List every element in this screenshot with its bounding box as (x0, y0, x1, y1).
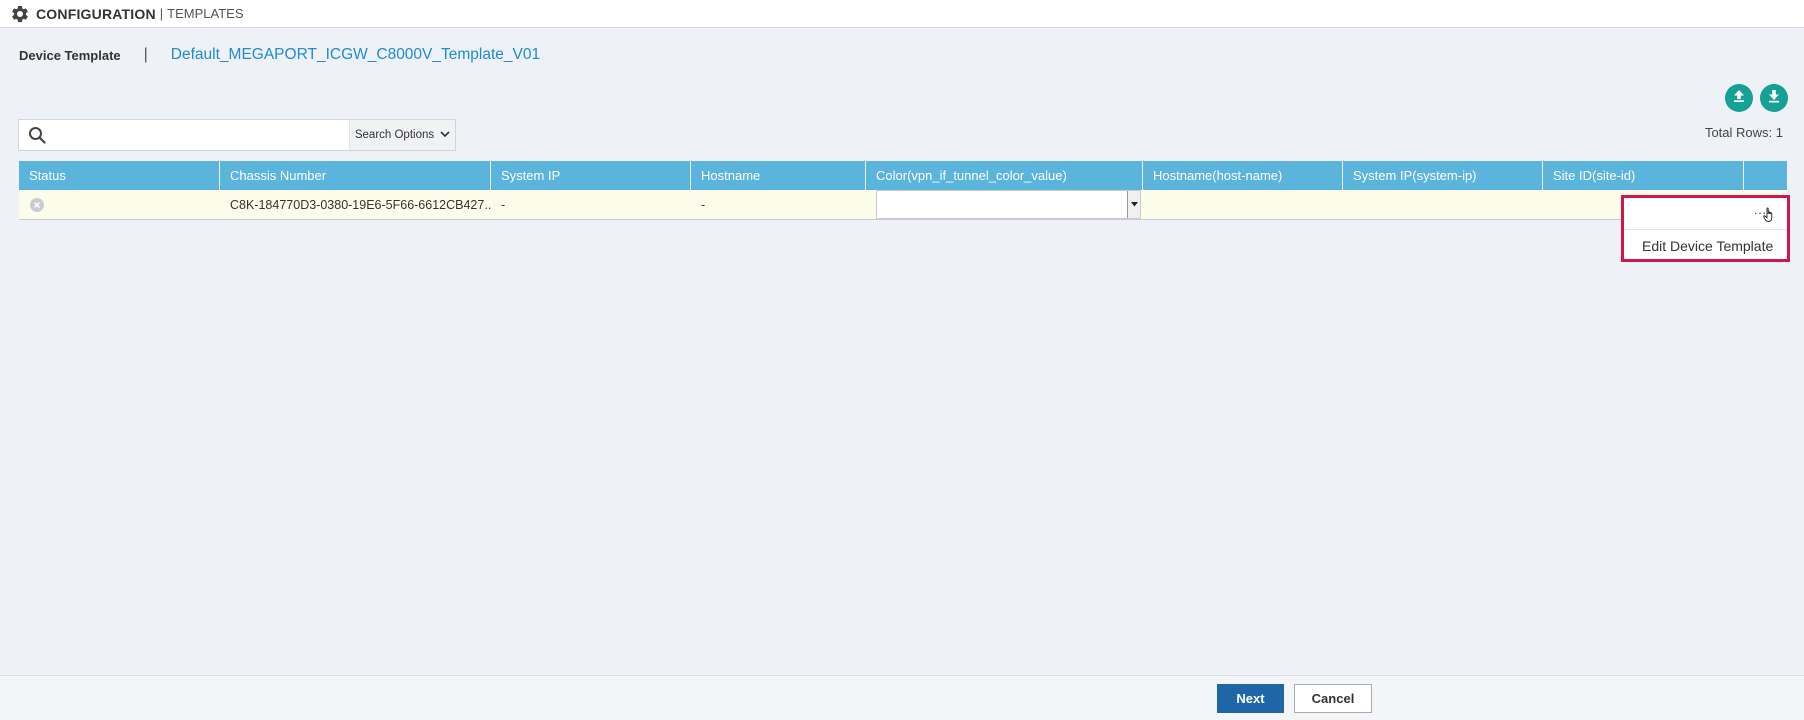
gear-icon (10, 4, 30, 24)
breadcrumb-separator: | (143, 46, 148, 63)
search-input[interactable] (55, 120, 349, 150)
chassis-number-cell: C8K-184770D3-0380-19E6-5F66-6612CB427... (230, 197, 491, 212)
system-ip-field-cell[interactable] (1343, 190, 1543, 219)
column-header-status[interactable]: Status (19, 161, 220, 190)
breadcrumb-label: Device Template (19, 47, 121, 63)
hand-cursor-icon (1763, 207, 1777, 228)
edit-device-template-item[interactable]: Edit Device Template (1642, 238, 1773, 254)
section-subtitle[interactable]: TEMPLATES (167, 6, 243, 21)
search-options-label: Search Options (354, 129, 435, 141)
title-separator: | (159, 6, 164, 21)
column-header-system-ip-field[interactable]: System IP(system-ip) (1343, 161, 1543, 190)
column-header-chassis-number[interactable]: Chassis Number (220, 161, 491, 190)
chevron-down-icon (434, 129, 450, 141)
cancel-button[interactable]: Cancel (1294, 684, 1372, 713)
next-button[interactable]: Next (1217, 684, 1284, 713)
device-table: Status Chassis Number System IP Hostname… (19, 161, 1787, 220)
column-header-actions (1744, 161, 1787, 190)
color-select[interactable] (876, 190, 1141, 219)
dropdown-arrow-icon[interactable] (1127, 191, 1140, 218)
download-button[interactable] (1760, 84, 1788, 112)
top-bar: CONFIGURATION | TEMPLATES (0, 0, 1804, 28)
column-header-hostname[interactable]: Hostname (691, 161, 866, 190)
hostname-cell: - (701, 197, 706, 212)
column-header-site-id[interactable]: Site ID(site-id) (1543, 161, 1744, 190)
download-icon (1767, 89, 1781, 108)
status-error-icon (30, 197, 44, 212)
column-header-system-ip[interactable]: System IP (491, 161, 691, 190)
upload-button[interactable] (1725, 84, 1753, 112)
table-row[interactable]: C8K-184770D3-0380-19E6-5F66-6612CB427...… (19, 190, 1787, 220)
column-header-host-name[interactable]: Hostname(host-name) (1143, 161, 1343, 190)
table-header: Status Chassis Number System IP Hostname… (19, 161, 1787, 190)
search-options-button[interactable]: Search Options (349, 120, 455, 150)
host-name-cell[interactable] (1143, 190, 1343, 219)
upload-icon (1732, 89, 1746, 108)
status-cell (19, 190, 220, 219)
template-name: Default_MEGAPORT_ICGW_C8000V_Template_V0… (170, 46, 541, 63)
system-ip-cell: - (501, 197, 506, 212)
footer-bar (0, 675, 1804, 720)
context-menu-divider (1624, 229, 1787, 230)
total-rows: Total Rows: 1 (1704, 125, 1783, 140)
context-menu: ... Edit Device Template (1621, 195, 1790, 262)
section-title: CONFIGURATION (36, 5, 156, 22)
search-icon (19, 120, 55, 150)
search-bar: Search Options (18, 119, 456, 151)
color-cell (866, 190, 1143, 219)
breadcrumb: Device Template | Default_MEGAPORT_ICGW_… (19, 44, 540, 66)
column-header-color[interactable]: Color(vpn_if_tunnel_color_value) (866, 161, 1143, 190)
